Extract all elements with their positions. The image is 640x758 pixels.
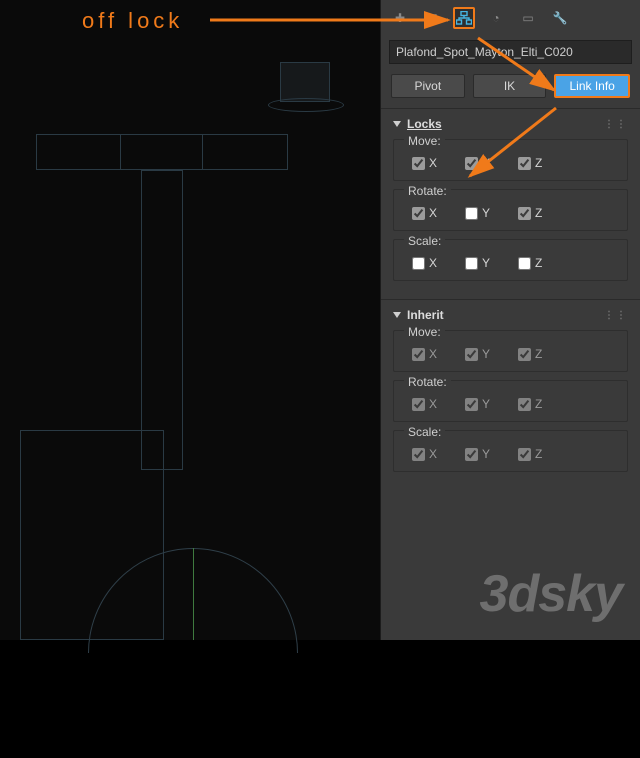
inherit-move-z[interactable]: Z [518, 347, 542, 361]
rollup-dots-icon: ⋮⋮ [604, 310, 628, 321]
locks-rotate-x[interactable]: X [412, 206, 437, 220]
locks-scale-z[interactable]: Z [518, 256, 542, 270]
annotation-label: off lock [82, 8, 183, 34]
create-tab-icon[interactable]: ✚ [389, 7, 411, 29]
transform-gizmo-y-axis [193, 548, 194, 640]
caret-down-icon [393, 312, 401, 318]
locks-scale-group: Scale: X Y Z [393, 239, 628, 281]
tab-pivot[interactable]: Pivot [391, 74, 465, 98]
locks-move-x[interactable]: X [412, 156, 437, 170]
inherit-scale-y[interactable]: Y [465, 447, 490, 461]
viewport[interactable] [0, 0, 380, 640]
locks-scale-label: Scale: [404, 234, 445, 248]
inherit-scale-group: Scale: X Y Z [393, 430, 628, 472]
tab-link-info[interactable]: Link Info [554, 74, 630, 98]
rollup-locks: Locks ⋮⋮ Move: X Y Z Rotate: X Y Z Scale… [381, 108, 640, 299]
command-panel: ✚ ◧ ◔ ▭ 🔧 Pivot IK Link Info Locks ⋮⋮ Mo… [380, 0, 640, 640]
locks-move-label: Move: [404, 134, 445, 148]
locks-scale-x[interactable]: X [412, 256, 437, 270]
inherit-rotate-x[interactable]: X [412, 397, 437, 411]
locks-move-y[interactable]: Y [465, 156, 490, 170]
inherit-rotate-group: Rotate: X Y Z [393, 380, 628, 422]
rollup-dots-icon: ⋮⋮ [604, 119, 628, 130]
hierarchy-tab-icon[interactable] [453, 7, 475, 29]
inherit-scale-label: Scale: [404, 425, 445, 439]
locks-rotate-group: Rotate: X Y Z [393, 189, 628, 231]
utilities-tab-icon[interactable]: 🔧 [549, 7, 571, 29]
object-name-field[interactable] [389, 40, 632, 64]
panel-tab-toolbar: ✚ ◧ ◔ ▭ 🔧 [381, 0, 640, 36]
tab-ik[interactable]: IK [473, 74, 547, 98]
locks-rotate-z[interactable]: Z [518, 206, 542, 220]
caret-down-icon [393, 121, 401, 127]
inherit-rotate-z[interactable]: Z [518, 397, 542, 411]
display-tab-icon[interactable]: ▭ [517, 7, 539, 29]
inherit-move-x[interactable]: X [412, 347, 437, 361]
inherit-move-y[interactable]: Y [465, 347, 490, 361]
rollup-inherit-title: Inherit [407, 308, 444, 322]
wireframe-lamp-head [280, 62, 330, 102]
inherit-rotate-label: Rotate: [404, 375, 451, 389]
inherit-rotate-y[interactable]: Y [465, 397, 490, 411]
inherit-scale-z[interactable]: Z [518, 447, 542, 461]
inherit-move-label: Move: [404, 325, 445, 339]
locks-move-z[interactable]: Z [518, 156, 542, 170]
locks-rotate-y[interactable]: Y [465, 206, 490, 220]
inherit-scale-x[interactable]: X [412, 447, 437, 461]
locks-scale-y[interactable]: Y [465, 256, 490, 270]
watermark: 3dsky [480, 564, 622, 624]
rollup-inherit: Inherit ⋮⋮ Move: X Y Z Rotate: X Y Z Sca… [381, 299, 640, 490]
rollup-locks-title: Locks [407, 117, 442, 131]
motion-tab-icon[interactable]: ◔ [485, 7, 507, 29]
locks-rotate-label: Rotate: [404, 184, 451, 198]
wireframe-ellipse [268, 98, 344, 112]
wireframe-bar [36, 134, 288, 170]
inherit-move-group: Move: X Y Z [393, 330, 628, 372]
wireframe-stem [141, 170, 183, 470]
modify-tab-icon[interactable]: ◧ [421, 7, 443, 29]
hierarchy-subtabs: Pivot IK Link Info [381, 74, 640, 108]
locks-move-group: Move: X Y Z [393, 139, 628, 181]
